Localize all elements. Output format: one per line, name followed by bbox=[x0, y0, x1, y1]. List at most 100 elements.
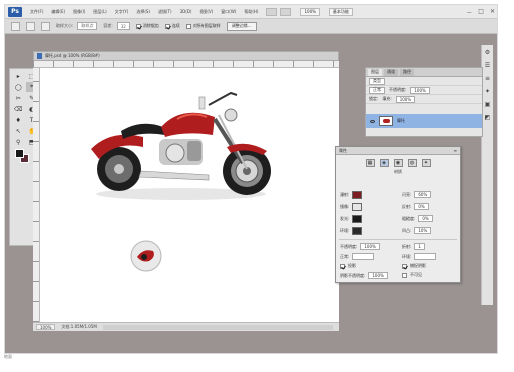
environment-row: 环境: bbox=[402, 253, 437, 260]
pen-tool-icon[interactable]: ♦ bbox=[12, 115, 25, 125]
tool-preset-icon[interactable] bbox=[11, 21, 20, 31]
shine-label: 闪亮: bbox=[402, 191, 412, 197]
contiguous-checkbox[interactable]: 连续 bbox=[164, 23, 180, 29]
zoom-select[interactable]: 100% bbox=[300, 7, 320, 16]
tolerance-input[interactable]: 32 bbox=[116, 22, 130, 30]
specular-swatch[interactable] bbox=[352, 203, 363, 211]
cast-shadow-label: 投影 bbox=[348, 263, 356, 268]
menu-bar: Ps 文件(F) 编辑(E) 图像(I) 图层(L) 文字(Y) 选择(S) 滤… bbox=[5, 5, 497, 19]
menu-select[interactable]: 选择(S) bbox=[136, 9, 150, 15]
menu-3d[interactable]: 3D(D) bbox=[180, 9, 192, 14]
styles-icon[interactable]: ✦ bbox=[485, 88, 490, 95]
lock-row: 锁定: 填充: 100% bbox=[366, 95, 482, 104]
normal-row: 正常: bbox=[340, 253, 375, 260]
menu-type[interactable]: 文字(Y) bbox=[115, 9, 129, 15]
fill-label: 填充: bbox=[382, 96, 392, 101]
roughness-input[interactable]: 0% bbox=[418, 215, 433, 222]
ambient-swatch[interactable] bbox=[352, 227, 363, 235]
menu-image[interactable]: 图像(I) bbox=[73, 9, 85, 15]
layer-row[interactable]: 摩托 bbox=[366, 114, 482, 128]
tab-paths[interactable]: 路径 bbox=[400, 68, 414, 76]
tab-channels[interactable]: 通道 bbox=[384, 68, 398, 76]
foreground-color-swatch[interactable] bbox=[15, 149, 24, 158]
catch-shadow-checkbox[interactable] bbox=[402, 263, 407, 269]
blend-row: 正常 不透明度: 100% bbox=[366, 86, 482, 95]
eraser-tool-icon[interactable]: ⌫ bbox=[12, 104, 25, 114]
move-tool-icon[interactable]: ▸ bbox=[12, 71, 25, 81]
add-selection-icon[interactable] bbox=[41, 21, 50, 31]
cap-icon[interactable]: ◍ bbox=[407, 159, 417, 167]
eye-icon[interactable] bbox=[370, 119, 375, 123]
panel-menu-icon[interactable]: ≡ bbox=[454, 148, 457, 153]
antialias-checkbox[interactable]: 消除锯齿 bbox=[135, 23, 159, 29]
workspace-select[interactable]: 基本功能 bbox=[328, 7, 353, 16]
blend-mode-select[interactable]: 正常 bbox=[369, 86, 385, 94]
environment-map-select[interactable] bbox=[414, 253, 437, 260]
lasso-tool-icon[interactable]: ◯ bbox=[12, 82, 25, 92]
diffuse-swatch[interactable] bbox=[352, 191, 363, 199]
close-icon[interactable]: ✕ bbox=[490, 8, 495, 17]
normal-map-select[interactable] bbox=[352, 253, 375, 260]
tab-layers[interactable]: 图层 bbox=[368, 68, 382, 76]
illumination-label: 发光: bbox=[340, 216, 350, 221]
maximize-icon[interactable]: □ bbox=[478, 8, 484, 17]
document-tab[interactable]: 摩托.psd @ 100% (RGB/8#) bbox=[33, 51, 339, 61]
all-layers-check[interactable] bbox=[185, 23, 191, 29]
ground-label: 地面 bbox=[4, 354, 12, 359]
scene-icon[interactable]: ▦ bbox=[365, 159, 375, 167]
bridge-button[interactable] bbox=[266, 7, 278, 16]
layer-kind-select[interactable]: 类型 bbox=[369, 77, 385, 85]
opacity-input[interactable]: 100% bbox=[410, 86, 430, 94]
options-bar: 取样大小: 取样点 容差: 32 消除锯齿 连续 对所有图层取样 调整边缘... bbox=[5, 19, 497, 34]
shine-row: 闪亮: 60% bbox=[402, 191, 432, 198]
antialias-check[interactable] bbox=[135, 23, 141, 29]
path-select-tool-icon[interactable]: ↖ bbox=[12, 126, 25, 136]
invisible-checkbox[interactable] bbox=[402, 272, 407, 278]
menu-filter[interactable]: 滤镜(T) bbox=[158, 9, 172, 15]
contiguous-check[interactable] bbox=[164, 23, 170, 29]
menu-help[interactable]: 帮助(H) bbox=[244, 9, 258, 15]
illumination-swatch[interactable] bbox=[352, 215, 363, 223]
deform-icon[interactable]: ◉ bbox=[393, 159, 403, 167]
history-icon[interactable]: ⚙ bbox=[485, 49, 490, 56]
layer-name: 摩托 bbox=[397, 118, 405, 123]
all-layers-label: 对所有图层取样 bbox=[192, 23, 221, 28]
menu-file[interactable]: 文件(F) bbox=[30, 9, 43, 15]
minimize-icon[interactable]: － bbox=[466, 8, 472, 17]
refraction-input[interactable]: 1 bbox=[414, 243, 425, 250]
app-logo: Ps bbox=[8, 6, 22, 17]
refine-edge-button[interactable]: 调整边缘... bbox=[226, 21, 257, 31]
diffuse-label: 漫射: bbox=[340, 192, 350, 197]
crop-tool-icon[interactable]: ✂ bbox=[12, 93, 25, 103]
menu-view[interactable]: 视图(V) bbox=[199, 9, 213, 15]
normal-label: 正常: bbox=[340, 253, 350, 259]
coordinates-icon[interactable]: ✦ bbox=[421, 159, 431, 167]
all-layers-checkbox[interactable]: 对所有图层取样 bbox=[185, 23, 221, 29]
fill-input[interactable]: 100% bbox=[395, 95, 416, 103]
mat-opacity-label: 不透明度: bbox=[340, 243, 358, 249]
menu-window[interactable]: 窗口(W) bbox=[221, 9, 236, 15]
sample-size-label: 取样大小: bbox=[56, 23, 74, 28]
new-selection-icon[interactable] bbox=[26, 21, 35, 31]
mat-opacity-input[interactable]: 100% bbox=[360, 243, 380, 250]
photoshop-window: Ps 文件(F) 编辑(E) 图像(I) 图层(L) 文字(Y) 选择(S) 滤… bbox=[4, 4, 498, 354]
properties-icon[interactable]: ☰ bbox=[485, 62, 490, 69]
zoom-tool-icon[interactable]: ⚲ bbox=[12, 137, 25, 147]
mesh-icon[interactable]: ◈ bbox=[379, 159, 389, 167]
shine-input[interactable]: 60% bbox=[414, 191, 432, 198]
shadow-opacity-label: 阴影不透明度: bbox=[340, 272, 366, 278]
shadow-opacity-input[interactable]: 100% bbox=[368, 272, 388, 279]
shadow-opacity-row: 阴影不透明度: 100% bbox=[340, 272, 388, 279]
minibridge-button[interactable] bbox=[280, 7, 292, 16]
swatches-icon[interactable]: ▣ bbox=[485, 101, 491, 108]
sample-size-select[interactable]: 取样点 bbox=[77, 22, 98, 30]
3d-panel-icon[interactable]: ◩ bbox=[485, 114, 491, 121]
menu-layer[interactable]: 图层(L) bbox=[93, 9, 106, 15]
adjustments-icon[interactable]: ≡ bbox=[485, 75, 490, 82]
bump-input[interactable]: 10% bbox=[414, 227, 432, 234]
cast-shadow-checkbox[interactable] bbox=[340, 263, 345, 269]
horizontal-scrollbar[interactable] bbox=[102, 324, 333, 330]
zoom-level[interactable]: 100% bbox=[36, 324, 56, 330]
reflection-input[interactable]: 0% bbox=[414, 203, 429, 210]
menu-edit[interactable]: 编辑(E) bbox=[51, 9, 65, 15]
